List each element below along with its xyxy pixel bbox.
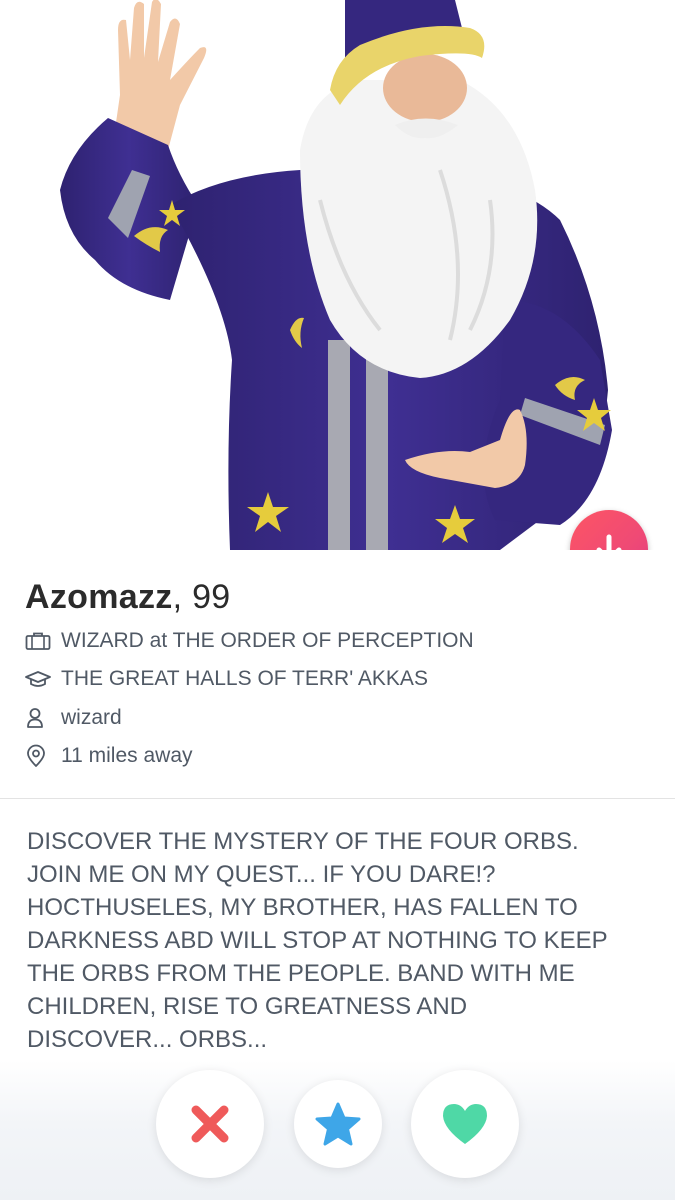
nope-button[interactable] — [156, 1070, 264, 1178]
job-row: WIZARD at THE ORDER OF PERCEPTION — [25, 625, 474, 657]
arrow-down-icon — [596, 534, 622, 550]
distance-text: 11 miles away — [61, 744, 193, 767]
star-icon — [315, 1102, 361, 1146]
graduation-cap-icon — [25, 667, 53, 691]
wizard-costume-image — [60, 0, 612, 550]
username-row: wizard — [25, 702, 122, 734]
school-text: THE GREAT HALLS OF TERR' AKKAS — [61, 667, 428, 690]
profile-screen: Azomazz, 99 WIZARD at THE ORDER OF PERCE… — [0, 0, 675, 1200]
profile-name: Azomazz — [25, 578, 173, 616]
heart-icon — [443, 1104, 487, 1144]
profile-info: Azomazz, 99 WIZARD at THE ORDER OF PERCE… — [0, 550, 675, 800]
profile-bio: DISCOVER THE MYSTERY OF THE FOUR ORBS. J… — [27, 828, 608, 1053]
school-row: THE GREAT HALLS OF TERR' AKKAS — [25, 663, 428, 695]
person-icon — [25, 706, 53, 730]
profile-name-age: Azomazz, 99 — [25, 578, 231, 617]
section-divider — [0, 798, 675, 799]
like-button[interactable] — [411, 1070, 519, 1178]
profile-photo[interactable] — [0, 0, 675, 550]
x-icon — [191, 1105, 229, 1143]
job-text: WIZARD at THE ORDER OF PERCEPTION — [61, 629, 474, 652]
super-like-button[interactable] — [294, 1080, 382, 1168]
distance-row: 11 miles away — [25, 740, 193, 772]
briefcase-icon — [25, 629, 53, 653]
profile-age: , 99 — [172, 578, 231, 616]
username-text: wizard — [61, 706, 122, 729]
location-pin-icon — [25, 744, 53, 768]
